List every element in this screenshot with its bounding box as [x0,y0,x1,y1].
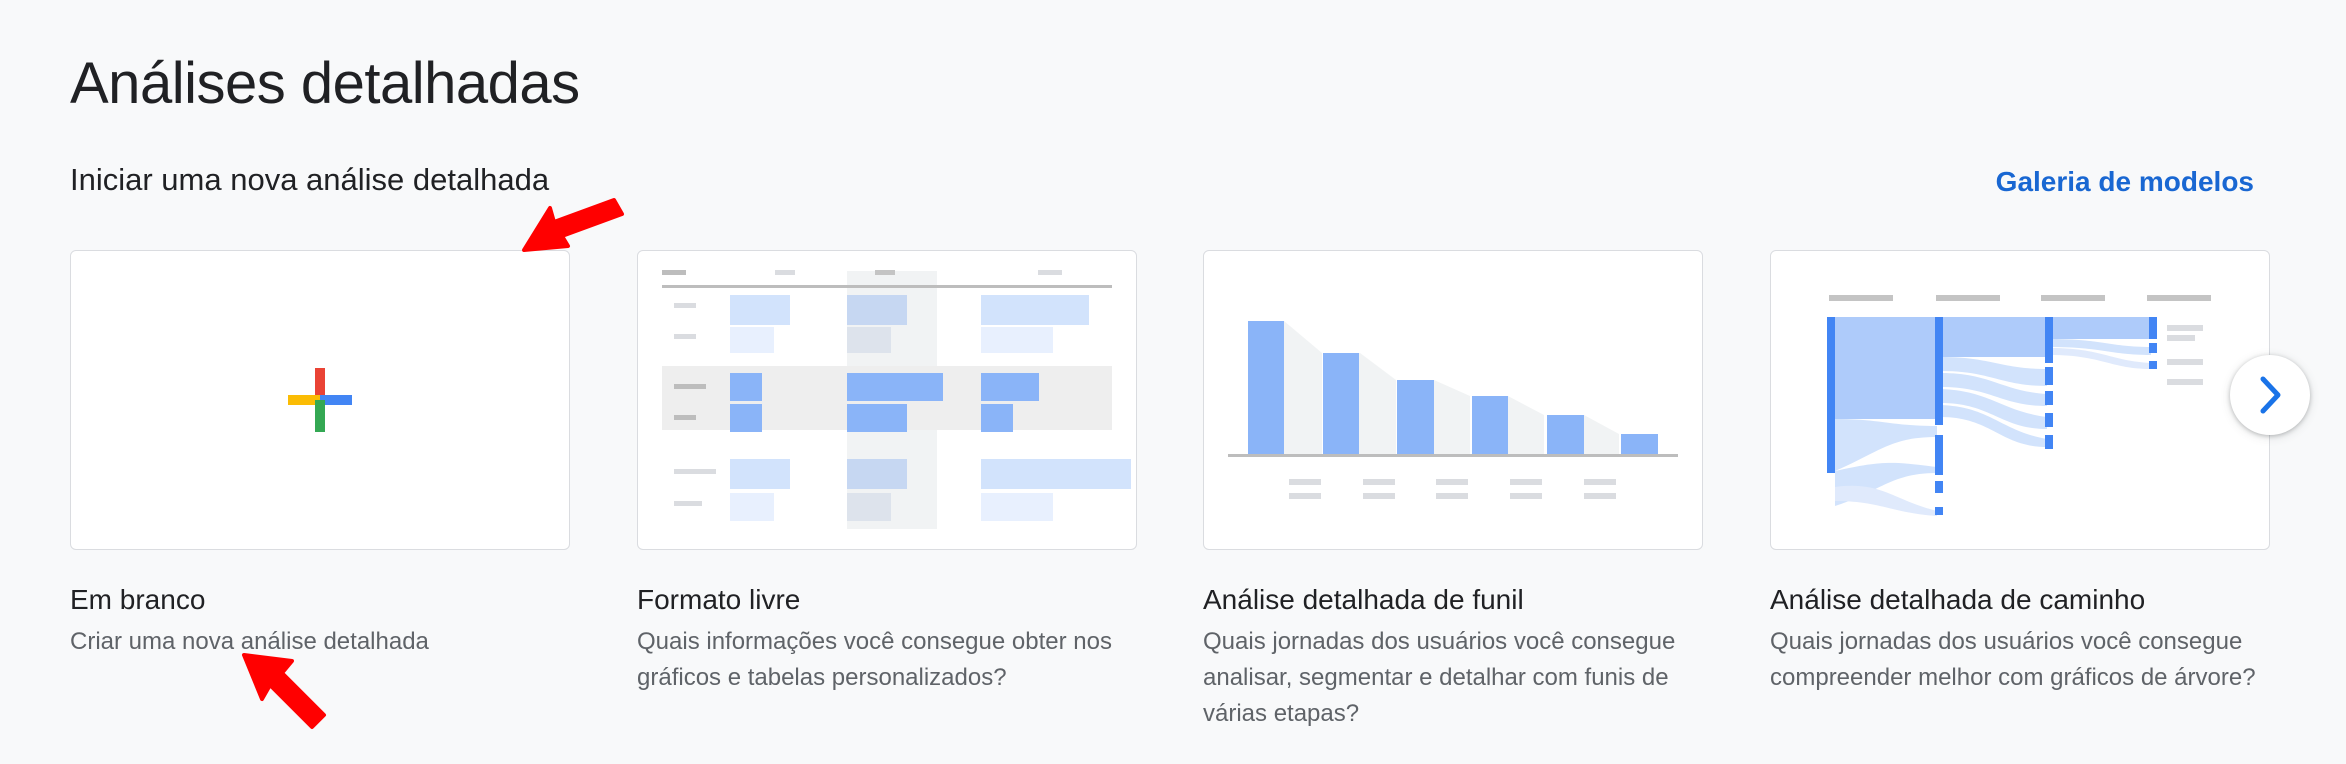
card-blank-preview[interactable] [70,250,570,550]
card-funnel[interactable]: Análise detalhada de funil Quais jornada… [1203,250,1703,732]
plus-icon [288,368,352,432]
card-funnel-title: Análise detalhada de funil [1203,584,1524,615]
card-free-form[interactable]: Formato livre Quais informações você con… [637,250,1137,696]
template-gallery-link[interactable]: Galeria de modelos [1996,163,2254,201]
card-free-form-title: Formato livre [637,584,801,615]
table-preview [662,270,1131,529]
card-path-description: Quais jornadas dos usuários você consegu… [1770,628,2256,691]
card-blank-description: Criar uma nova análise detalhada [70,628,429,655]
page-title: Análises detalhadas [70,51,580,116]
section-title: Iniciar uma nova análise detalhada [70,162,550,197]
card-funnel-preview[interactable] [1203,250,1703,550]
card-blank[interactable]: Em branco Criar uma nova análise detalha… [70,250,570,660]
card-free-form-description: Quais informações você consegue obter no… [637,628,1112,691]
funnel-preview [1228,321,1678,499]
card-blank-title: Em branco [70,584,206,615]
card-free-form-preview[interactable] [637,250,1137,550]
card-path-preview[interactable] [1770,250,2270,550]
card-path[interactable]: Análise detalhada de caminho Quais jorna… [1770,250,2270,696]
card-path-title: Análise detalhada de caminho [1770,584,2146,615]
chevron-right-icon [2260,376,2281,414]
card-funnel-description: Quais jornadas dos usuários você consegu… [1203,628,1676,727]
carousel-next-button[interactable] [2230,355,2310,435]
tree-preview [1827,295,2211,516]
